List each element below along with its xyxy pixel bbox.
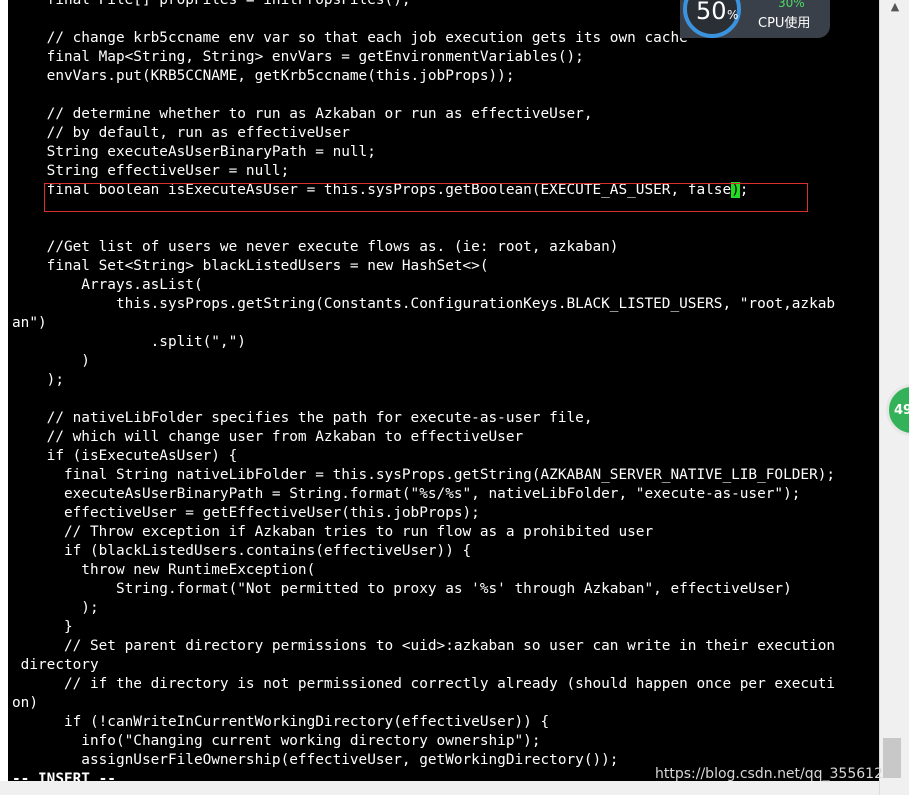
- highlight-box: [44, 183, 808, 212]
- watermark-url: https://blog.csdn.net/qq_355612: [655, 766, 883, 782]
- code-line[interactable]: final Map<String, String> envVars = getE…: [12, 48, 835, 67]
- code-line[interactable]: envVars.put(KRB5CCNAME, getKrb5ccname(th…: [12, 67, 835, 86]
- code-line[interactable]: final String nativeLibFolder = this.sysP…: [12, 466, 835, 485]
- code-line[interactable]: // by default, run as effectiveUser: [12, 124, 835, 143]
- code-line[interactable]: final Set<String> blackListedUsers = new…: [12, 257, 835, 276]
- code-line[interactable]: if (isExecuteAsUser) {: [12, 447, 835, 466]
- code-line[interactable]: [12, 390, 835, 409]
- code-line[interactable]: String effectiveUser = null;: [12, 162, 835, 181]
- cpu-usage-unit: %: [727, 8, 739, 22]
- code-line[interactable]: .split(","): [12, 333, 835, 352]
- code-line[interactable]: String.format("Not permitted to proxy as…: [12, 580, 835, 599]
- scroll-up-arrow-icon[interactable]: ▲: [880, 0, 909, 14]
- code-editor[interactable]: final File[] propFiles = initPropsFiles(…: [12, 0, 835, 781]
- code-line[interactable]: executeAsUserBinaryPath = String.format(…: [12, 485, 835, 504]
- code-line[interactable]: this.sysProps.getString(Constants.Config…: [12, 295, 835, 314]
- code-line[interactable]: String executeAsUserBinaryPath = null;: [12, 143, 835, 162]
- code-line[interactable]: //Get list of users we never execute flo…: [12, 238, 835, 257]
- cpu-usage-gauge: 50 %: [683, 0, 741, 38]
- cpu-secondary-value: 30%: [778, 0, 805, 10]
- code-line[interactable]: effectiveUser = getEffectiveUser(this.jo…: [12, 504, 835, 523]
- code-line[interactable]: if (blackListedUsers.contains(effectiveU…: [12, 542, 835, 561]
- code-line[interactable]: }: [12, 618, 835, 637]
- code-line[interactable]: [12, 219, 835, 238]
- scrollbar-thumb[interactable]: [883, 738, 901, 778]
- code-line[interactable]: throw new RuntimeException(: [12, 561, 835, 580]
- code-line[interactable]: // nativeLibFolder specifies the path fo…: [12, 409, 835, 428]
- bottom-strip: [0, 781, 879, 795]
- terminal-window[interactable]: final File[] propFiles = initPropsFiles(…: [8, 0, 879, 781]
- code-line[interactable]: // Throw exception if Azkaban tries to r…: [12, 523, 835, 542]
- code-line[interactable]: [12, 86, 835, 105]
- cpu-usage-value: 50: [696, 0, 727, 25]
- code-line[interactable]: an"): [12, 314, 835, 333]
- code-line[interactable]: on): [12, 694, 835, 713]
- code-line[interactable]: );: [12, 371, 835, 390]
- floating-badge-value: 49: [894, 403, 909, 418]
- code-line[interactable]: // Set parent directory permissions to <…: [12, 637, 835, 656]
- code-line[interactable]: Arrays.asList(: [12, 276, 835, 295]
- cpu-label: CPU使用: [758, 16, 811, 31]
- code-line[interactable]: // if the directory is not permissioned …: [12, 675, 835, 694]
- code-line[interactable]: );: [12, 599, 835, 618]
- code-line[interactable]: // which will change user from Azkaban t…: [12, 428, 835, 447]
- code-line[interactable]: // determine whether to run as Azkaban o…: [12, 105, 835, 124]
- code-line[interactable]: info("Changing current working directory…: [12, 732, 835, 751]
- code-line[interactable]: ): [12, 352, 835, 371]
- cpu-monitor-widget[interactable]: 50 % 30% CPU使用: [680, 0, 830, 38]
- code-line[interactable]: directory: [12, 656, 835, 675]
- code-line[interactable]: if (!canWriteInCurrentWorkingDirectory(e…: [12, 713, 835, 732]
